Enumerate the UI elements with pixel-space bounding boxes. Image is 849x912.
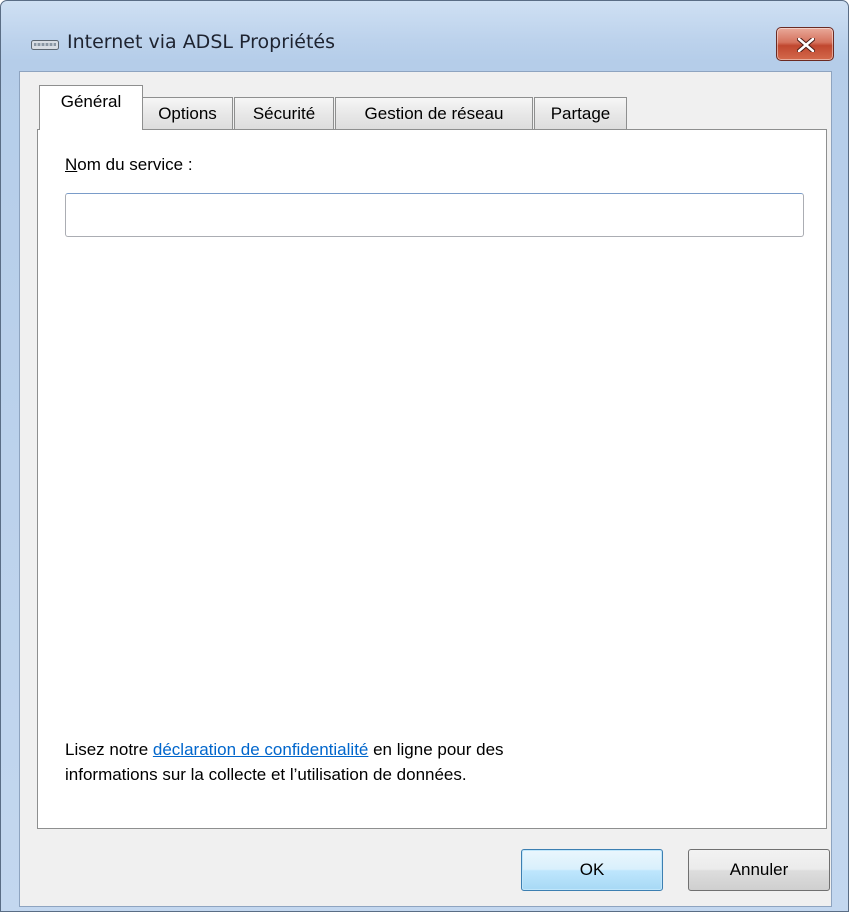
tab-security[interactable]: Sécurité xyxy=(234,97,334,129)
privacy-prefix: Lisez notre xyxy=(65,740,153,759)
tab-options[interactable]: Options xyxy=(142,97,233,129)
service-name-label: Nom du service : xyxy=(65,155,193,175)
title-bar[interactable]: Internet via ADSL Propriétés xyxy=(1,1,848,71)
service-name-input[interactable] xyxy=(65,193,804,237)
tab-label: Général xyxy=(60,92,122,111)
window-title: Internet via ADSL Propriétés xyxy=(67,31,336,53)
tab-networking[interactable]: Gestion de réseau xyxy=(335,97,533,129)
cancel-button[interactable]: Annuler xyxy=(688,849,830,891)
accesskey-letter: N xyxy=(65,155,78,174)
ok-button[interactable]: OK xyxy=(521,849,663,891)
network-connection-icon xyxy=(31,40,59,50)
tab-label: Options xyxy=(158,104,217,123)
tab-label: Gestion de réseau xyxy=(364,104,504,123)
privacy-suffix: en ligne pour des xyxy=(368,740,504,759)
tab-sharing[interactable]: Partage xyxy=(534,97,627,129)
privacy-line-2: informations sur la collecte et l’utilis… xyxy=(65,765,467,784)
close-icon xyxy=(797,38,815,52)
properties-dialog: Internet via ADSL Propriétés Général Opt… xyxy=(0,0,849,912)
privacy-statement-link[interactable]: déclaration de confidentialité xyxy=(153,740,368,759)
tab-general[interactable]: Général xyxy=(39,85,143,130)
privacy-notice: Lisez notre déclaration de confidentiali… xyxy=(65,737,765,787)
service-name-label-text: om du service : xyxy=(77,155,193,174)
tab-label: Sécurité xyxy=(252,104,316,123)
close-button[interactable] xyxy=(776,27,834,61)
tab-label: Partage xyxy=(550,104,611,123)
